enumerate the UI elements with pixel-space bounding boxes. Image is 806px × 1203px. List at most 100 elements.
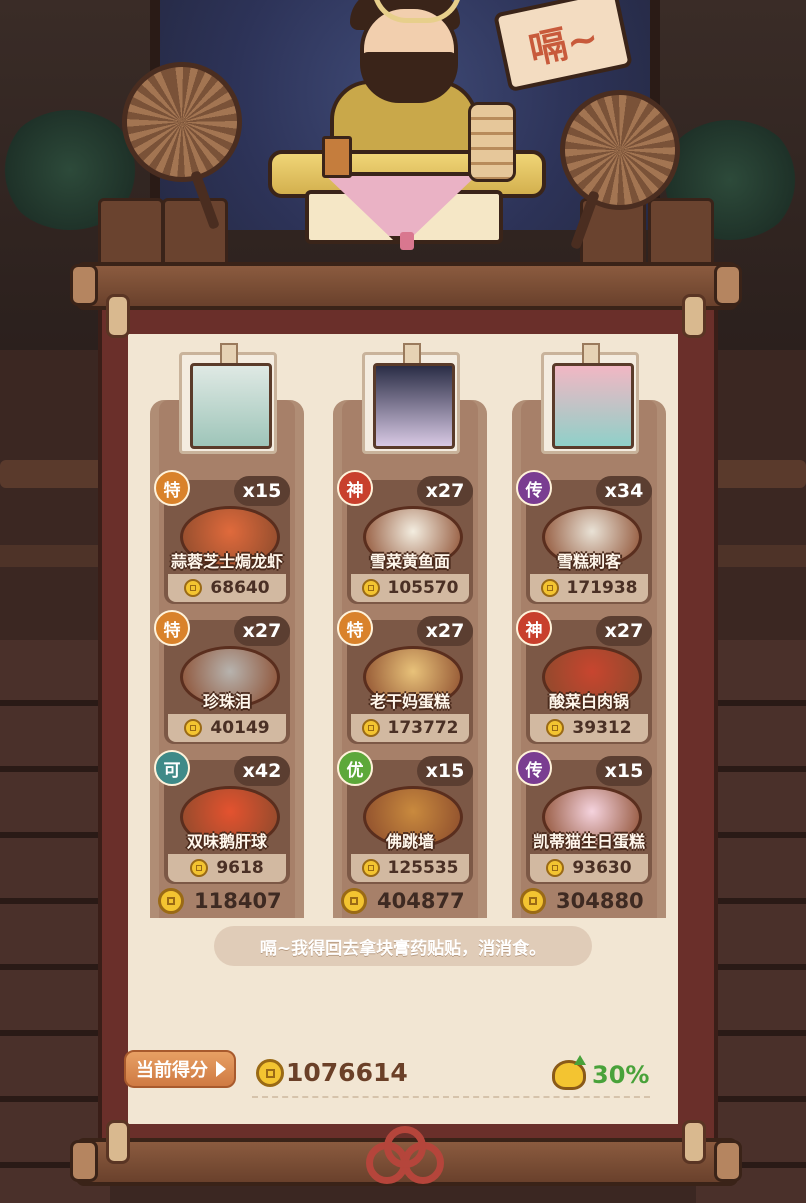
coin-icon xyxy=(184,719,203,737)
rarity-badge: 神 xyxy=(516,610,552,646)
score-divider xyxy=(252,1096,650,1098)
rarity-badge: 可 xyxy=(154,750,190,786)
dish-card[interactable]: 凯蒂猫生日蛋糕 93630 x15 传 xyxy=(516,750,652,884)
coin-icon xyxy=(256,1058,284,1087)
coin-icon xyxy=(540,579,559,597)
rod-cap xyxy=(70,264,98,306)
dish-card[interactable]: 蒜蓉芝士焗龙虾 68640 x15 特 xyxy=(154,470,290,604)
dish-price: 125535 xyxy=(347,857,473,879)
rod-cap xyxy=(714,1140,742,1182)
dish-card[interactable]: 珍珠泪 40149 x27 特 xyxy=(154,610,290,744)
stacked-cups xyxy=(468,102,516,182)
board-pin xyxy=(682,1120,706,1164)
rarity-badge: 神 xyxy=(337,470,373,506)
dish-price: 173772 xyxy=(347,717,473,739)
board-pin xyxy=(106,294,130,338)
coin-icon xyxy=(361,579,380,597)
dish-price-value: 105570 xyxy=(387,578,459,598)
coin-icon xyxy=(158,888,184,914)
rarity-badge: 传 xyxy=(516,750,552,786)
column-total-value: 304880 xyxy=(556,889,644,913)
dish-card[interactable]: 佛跳墙 125535 x15 优 xyxy=(337,750,473,884)
burp-sign-text: 嗝~ xyxy=(524,14,603,73)
dish-price-value: 171938 xyxy=(566,578,638,598)
dish-name: 雪糕刺客 xyxy=(556,552,621,571)
dish-quantity: x15 xyxy=(417,756,473,786)
dish-quantity: x27 xyxy=(417,476,473,506)
coin-icon xyxy=(520,888,546,914)
dish-card[interactable]: 雪菜黄鱼面 105570 x27 神 xyxy=(337,470,473,604)
dish-price-value: 9618 xyxy=(216,858,264,878)
dish-quantity: x34 xyxy=(596,476,652,506)
coin-icon xyxy=(341,888,367,914)
current-score: 1076614 xyxy=(256,1058,408,1087)
brush-holder xyxy=(322,136,352,178)
rarity-badge: 特 xyxy=(154,610,190,646)
dish-price-value: 93630 xyxy=(572,858,632,878)
dish-name: 双味鹅肝球 xyxy=(186,832,267,851)
chef-avatar-frame xyxy=(179,343,277,454)
chef-avatar xyxy=(373,363,455,449)
coin-icon xyxy=(190,859,209,877)
rarity-badge: 特 xyxy=(154,470,190,506)
current-score-value: 1076614 xyxy=(286,1058,408,1087)
dish-name: 佛跳墙 xyxy=(385,832,434,851)
decorative-knot xyxy=(366,1126,444,1188)
column-total-value: 404877 xyxy=(377,889,465,913)
dish-name: 凯蒂猫生日蛋糕 xyxy=(532,832,645,851)
column-total-value: 118407 xyxy=(194,889,282,913)
dish-price-value: 173772 xyxy=(387,718,459,738)
dish-card[interactable]: 老干妈蛋糕 173772 x27 特 xyxy=(337,610,473,744)
dish-price: 105570 xyxy=(347,577,473,599)
rod-cap xyxy=(714,264,742,306)
dish-quantity: x27 xyxy=(596,616,652,646)
coin-icon xyxy=(184,579,203,597)
dish-price-value: 40149 xyxy=(210,718,270,738)
dish-name: 珍珠泪 xyxy=(202,692,251,711)
coin-icon xyxy=(546,859,565,877)
rod-cap xyxy=(70,1140,98,1182)
wall-panel-left xyxy=(0,640,110,1203)
score-bonus-value: 30% xyxy=(592,1061,650,1089)
dish-name: 蒜蓉芝士焗龙虾 xyxy=(170,552,283,571)
current-score-label: 当前得分 xyxy=(136,1060,208,1081)
rarity-badge: 特 xyxy=(337,610,373,646)
table-tassel xyxy=(400,232,414,250)
dish-name: 酸菜白肉锅 xyxy=(548,692,629,711)
dish-card[interactable]: 雪糕刺客 171938 x34 传 xyxy=(516,470,652,604)
current-score-tag: 当前得分 xyxy=(124,1050,236,1088)
rarity-badge: 优 xyxy=(337,750,373,786)
rarity-badge: 传 xyxy=(516,470,552,506)
dish-price: 9618 xyxy=(164,857,290,879)
column-total: 118407 xyxy=(158,884,282,918)
dish-quantity: x27 xyxy=(417,616,473,646)
column-total: 304880 xyxy=(520,884,644,918)
dish-price-value: 68640 xyxy=(210,578,270,598)
coin-icon xyxy=(546,719,565,737)
dish-name: 雪菜黄鱼面 xyxy=(369,552,450,571)
chef-avatar-frame xyxy=(541,343,639,454)
coin-bag-up-icon xyxy=(552,1055,586,1090)
board-pin xyxy=(682,294,706,338)
play-arrow-icon xyxy=(216,1061,226,1077)
dish-card[interactable]: 酸菜白肉锅 39312 x27 神 xyxy=(516,610,652,744)
dish-card[interactable]: 双味鹅肝球 9618 x42 可 xyxy=(154,750,290,884)
coin-icon xyxy=(361,859,380,877)
score-bonus: 30% xyxy=(552,1055,650,1090)
dish-price: 171938 xyxy=(526,577,652,599)
board-pin xyxy=(106,1120,130,1164)
dish-price-value: 125535 xyxy=(387,858,459,878)
coin-icon xyxy=(361,719,380,737)
customer-speech-bubble: 嗝~我得回去拿块膏药贴贴，消消食。 xyxy=(214,926,592,966)
chef-avatar xyxy=(552,363,634,449)
dish-quantity: x42 xyxy=(234,756,290,786)
dish-price: 39312 xyxy=(526,717,652,739)
scroll-rod-top xyxy=(76,262,738,310)
dish-price: 93630 xyxy=(526,857,652,879)
dish-quantity: x27 xyxy=(234,616,290,646)
chef-avatar xyxy=(190,363,272,449)
dish-price-value: 39312 xyxy=(572,718,632,738)
column-total: 404877 xyxy=(341,884,465,918)
chef-avatar-frame xyxy=(362,343,460,454)
dish-quantity: x15 xyxy=(234,476,290,506)
